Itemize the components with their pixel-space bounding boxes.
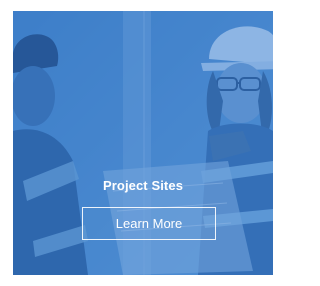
card-title: Project Sites xyxy=(102,178,184,193)
project-sites-card: Project Sites Learn More xyxy=(13,11,273,275)
card-content: Project Sites Learn More xyxy=(13,11,273,275)
learn-more-button[interactable]: Learn More xyxy=(82,207,216,240)
